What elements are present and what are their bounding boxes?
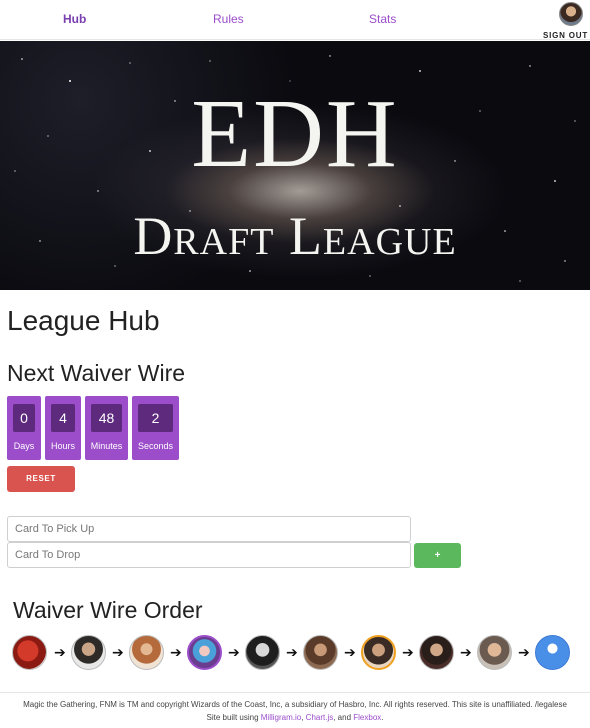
banner-title: EDH <box>191 80 399 188</box>
player-avatar[interactable] <box>245 635 280 670</box>
countdown-hours-value: 4 <box>51 404 75 432</box>
nav-stats[interactable]: Stats <box>369 12 396 26</box>
player-avatar[interactable] <box>477 635 512 670</box>
player-avatar[interactable] <box>71 635 106 670</box>
nav-hub[interactable]: Hub <box>63 12 86 26</box>
order-heading: Waiver Wire Order <box>13 597 203 623</box>
footer: Magic the Gathering, FNM is TM and copyr… <box>0 692 590 728</box>
hero-banner: EDH Draft League <box>0 41 590 290</box>
arrow-icon: ➔ <box>286 644 298 660</box>
footer-end: . <box>381 713 384 722</box>
arrow-icon: ➔ <box>518 644 530 660</box>
player-avatar[interactable] <box>419 635 454 670</box>
countdown-seconds-value: 2 <box>138 404 173 432</box>
countdown-days: 0 Days <box>7 396 41 460</box>
countdown-days-value: 0 <box>13 404 35 432</box>
countdown-days-label: Days <box>13 441 35 451</box>
arrow-icon: ➔ <box>54 644 66 660</box>
player-avatar[interactable] <box>187 635 222 670</box>
countdown-minutes-label: Minutes <box>90 441 123 451</box>
player-avatar[interactable] <box>12 635 47 670</box>
nav-rules[interactable]: Rules <box>213 12 244 26</box>
pick-up-card-input[interactable]: Card To Pick Up <box>7 516 411 542</box>
footer-separator: , and <box>333 713 354 722</box>
page-title: League Hub <box>7 305 160 336</box>
footer-built-with: Site built using Milligram.io, Chart.js,… <box>0 711 590 724</box>
arrow-icon: ➔ <box>344 644 356 660</box>
arrow-icon: ➔ <box>402 644 414 660</box>
player-avatar[interactable] <box>361 635 396 670</box>
arrow-icon: ➔ <box>170 644 182 660</box>
default-avatar-icon[interactable] <box>535 635 570 670</box>
countdown-hours-label: Hours <box>50 441 75 451</box>
add-waiver-button[interactable]: + <box>414 543 461 568</box>
banner-subtitle: Draft League <box>133 206 457 266</box>
countdown-minutes: 48 Minutes <box>85 396 128 460</box>
sign-out-button[interactable]: SIGN OUT <box>543 31 588 40</box>
flexbox-link[interactable]: Flexbox <box>353 713 381 722</box>
top-nav: Hub Rules Stats SIGN OUT <box>0 0 590 40</box>
waiver-heading: Next Waiver Wire <box>7 360 186 386</box>
countdown-minutes-value: 48 <box>91 404 122 432</box>
chartjs-link[interactable]: Chart.js <box>306 713 334 722</box>
arrow-icon: ➔ <box>228 644 240 660</box>
arrow-icon: ➔ <box>460 644 472 660</box>
countdown-hours: 4 Hours <box>45 396 81 460</box>
drop-card-input[interactable]: Card To Drop <box>7 542 411 568</box>
countdown-seconds: 2 Seconds <box>132 396 179 460</box>
arrow-icon: ➔ <box>112 644 124 660</box>
reset-button[interactable]: RESET <box>7 466 75 492</box>
user-avatar[interactable] <box>559 2 583 26</box>
footer-built-prefix: Site built using <box>206 713 261 722</box>
countdown-seconds-label: Seconds <box>137 441 174 451</box>
player-avatar[interactable] <box>303 635 338 670</box>
player-avatar[interactable] <box>129 635 164 670</box>
waiver-order-list: ➔ ➔ ➔ ➔ ➔ ➔ ➔ ➔ ➔ <box>12 635 582 671</box>
footer-legal-text: Magic the Gathering, FNM is TM and copyr… <box>23 700 567 709</box>
milligram-link[interactable]: Milligram.io <box>261 713 301 722</box>
